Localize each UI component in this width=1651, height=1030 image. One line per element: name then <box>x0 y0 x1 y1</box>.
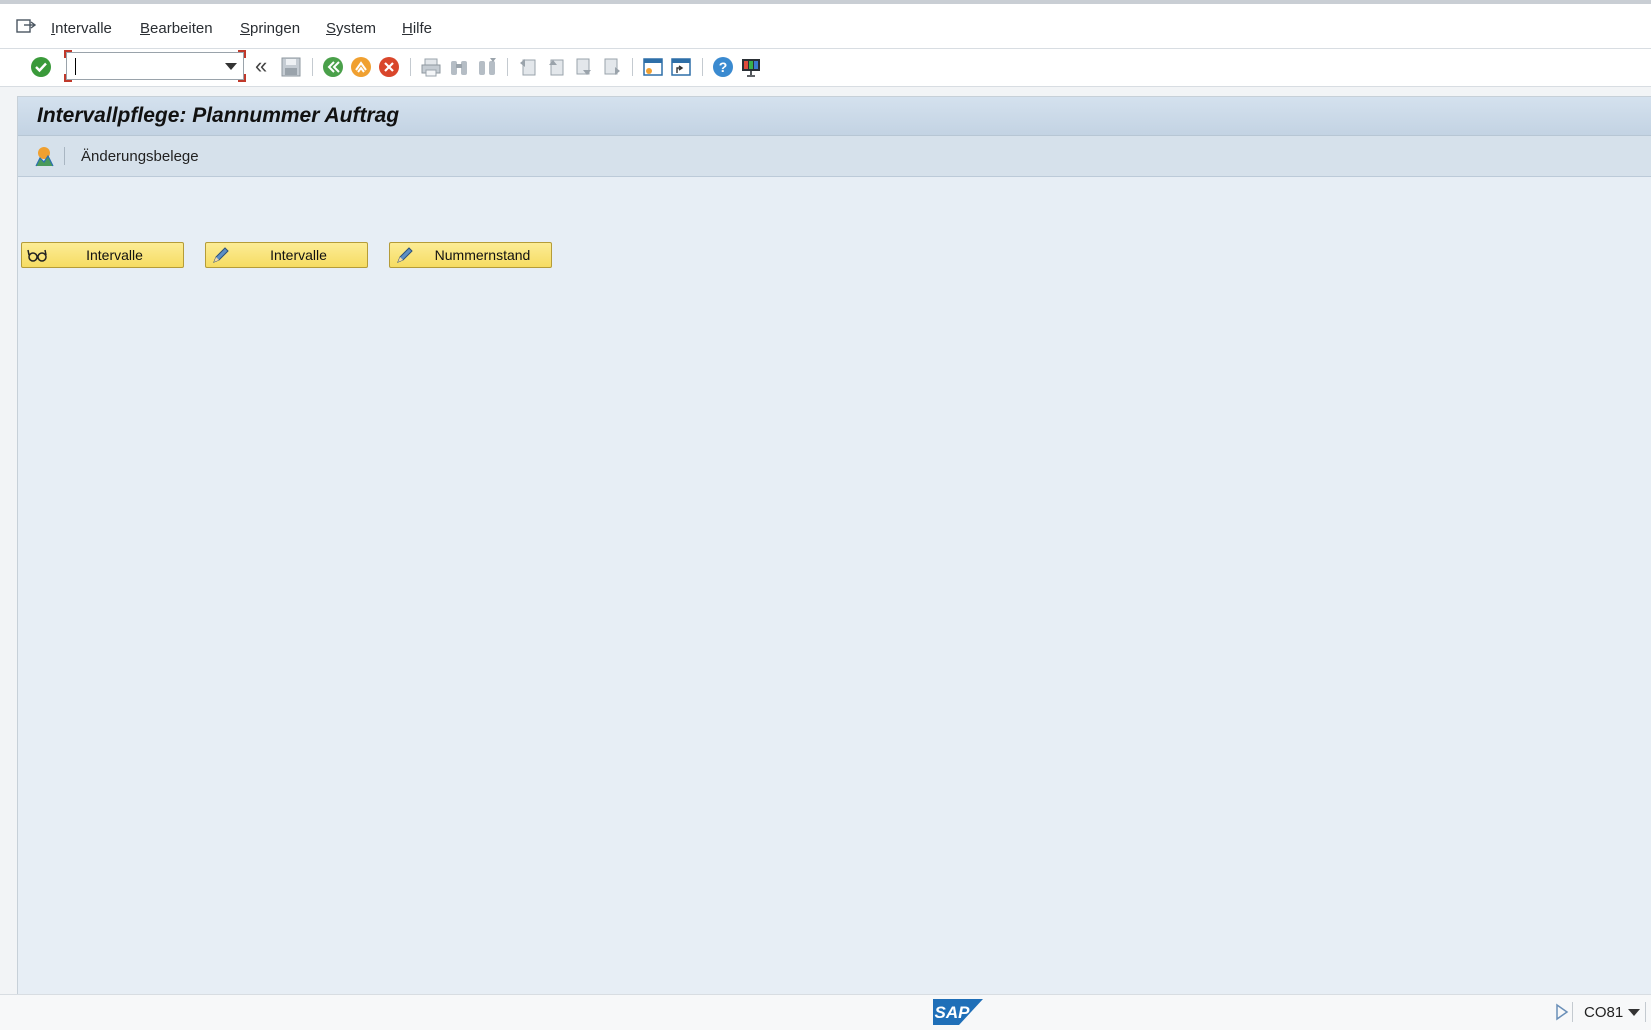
system-menu-icon[interactable] <box>16 18 36 36</box>
previous-page-icon[interactable] <box>545 56 567 78</box>
transaction-code: CO81 <box>1584 1004 1624 1021</box>
menu-bearbeiten[interactable]: Bearbeiten <box>140 20 213 37</box>
first-page-icon[interactable] <box>517 56 539 78</box>
toolbar-separator <box>632 58 633 76</box>
main-panel: Intervallpflege: Plannummer Auftrag Ände… <box>17 96 1651 995</box>
button-label: Nummernstand <box>434 247 531 263</box>
chevron-down-icon[interactable] <box>225 63 237 70</box>
status-separator <box>1645 1002 1646 1022</box>
number-status-button[interactable]: Nummernstand <box>389 242 552 268</box>
cancel-icon[interactable] <box>378 56 400 78</box>
exit-icon[interactable] <box>350 56 372 78</box>
menu-bar: Intervalle Bearbeiten Springen System Hi… <box>0 4 1651 49</box>
print-icon[interactable] <box>420 56 442 78</box>
menu-intervalle[interactable]: Intervalle <box>51 20 112 37</box>
text-caret <box>75 58 76 75</box>
save-icon[interactable] <box>280 56 302 78</box>
menu-hilfe[interactable]: Hilfe <box>402 20 432 37</box>
pencil-icon <box>213 247 229 263</box>
pencil-icon <box>397 247 413 263</box>
change-documents-button[interactable]: Änderungsbelege <box>81 148 199 165</box>
sap-logo: SAP <box>933 999 983 1025</box>
command-input[interactable] <box>71 56 219 76</box>
application-toolbar: Änderungsbelege <box>18 136 1651 177</box>
back-icon[interactable] <box>322 56 344 78</box>
customize-layout-icon[interactable] <box>740 56 762 78</box>
display-intervals-button[interactable]: Intervalle <box>21 242 184 268</box>
enter-icon[interactable] <box>30 56 52 78</box>
svg-text:SAP: SAP <box>935 1003 971 1022</box>
next-page-icon[interactable] <box>573 56 595 78</box>
display-glasses-icon <box>27 249 47 262</box>
toolbar-separator <box>507 58 508 76</box>
last-page-icon[interactable] <box>601 56 623 78</box>
create-session-icon[interactable] <box>642 56 664 78</box>
status-separator <box>1572 1002 1573 1022</box>
create-shortcut-icon[interactable] <box>670 56 692 78</box>
toolbar-separator <box>312 58 313 76</box>
find-icon[interactable] <box>448 56 470 78</box>
standard-toolbar: « ? <box>0 49 1651 87</box>
status-bar: SAP CO81 <box>0 994 1651 1030</box>
help-icon[interactable]: ? <box>712 56 734 78</box>
change-intervals-button[interactable]: Intervalle <box>205 242 368 268</box>
command-field[interactable] <box>64 50 246 82</box>
screen-title-bar: Intervallpflege: Plannummer Auftrag <box>18 97 1651 136</box>
find-next-icon[interactable] <box>476 56 498 78</box>
page-title: Intervallpflege: Plannummer Auftrag <box>37 104 400 127</box>
toolbar-separator <box>410 58 411 76</box>
change-documents-icon[interactable] <box>32 144 56 168</box>
chevron-down-icon[interactable] <box>1628 1009 1640 1016</box>
button-label: Intervalle <box>86 247 143 263</box>
svg-text:?: ? <box>719 59 728 75</box>
menu-system[interactable]: System <box>326 20 376 37</box>
menu-springen[interactable]: Springen <box>240 20 300 37</box>
toolbar-separator <box>64 147 65 165</box>
toolbar-separator <box>702 58 703 76</box>
collapse-chevron-icon[interactable]: « <box>255 53 267 79</box>
play-triangle-icon[interactable] <box>1555 1003 1569 1021</box>
button-label: Intervalle <box>270 247 327 263</box>
